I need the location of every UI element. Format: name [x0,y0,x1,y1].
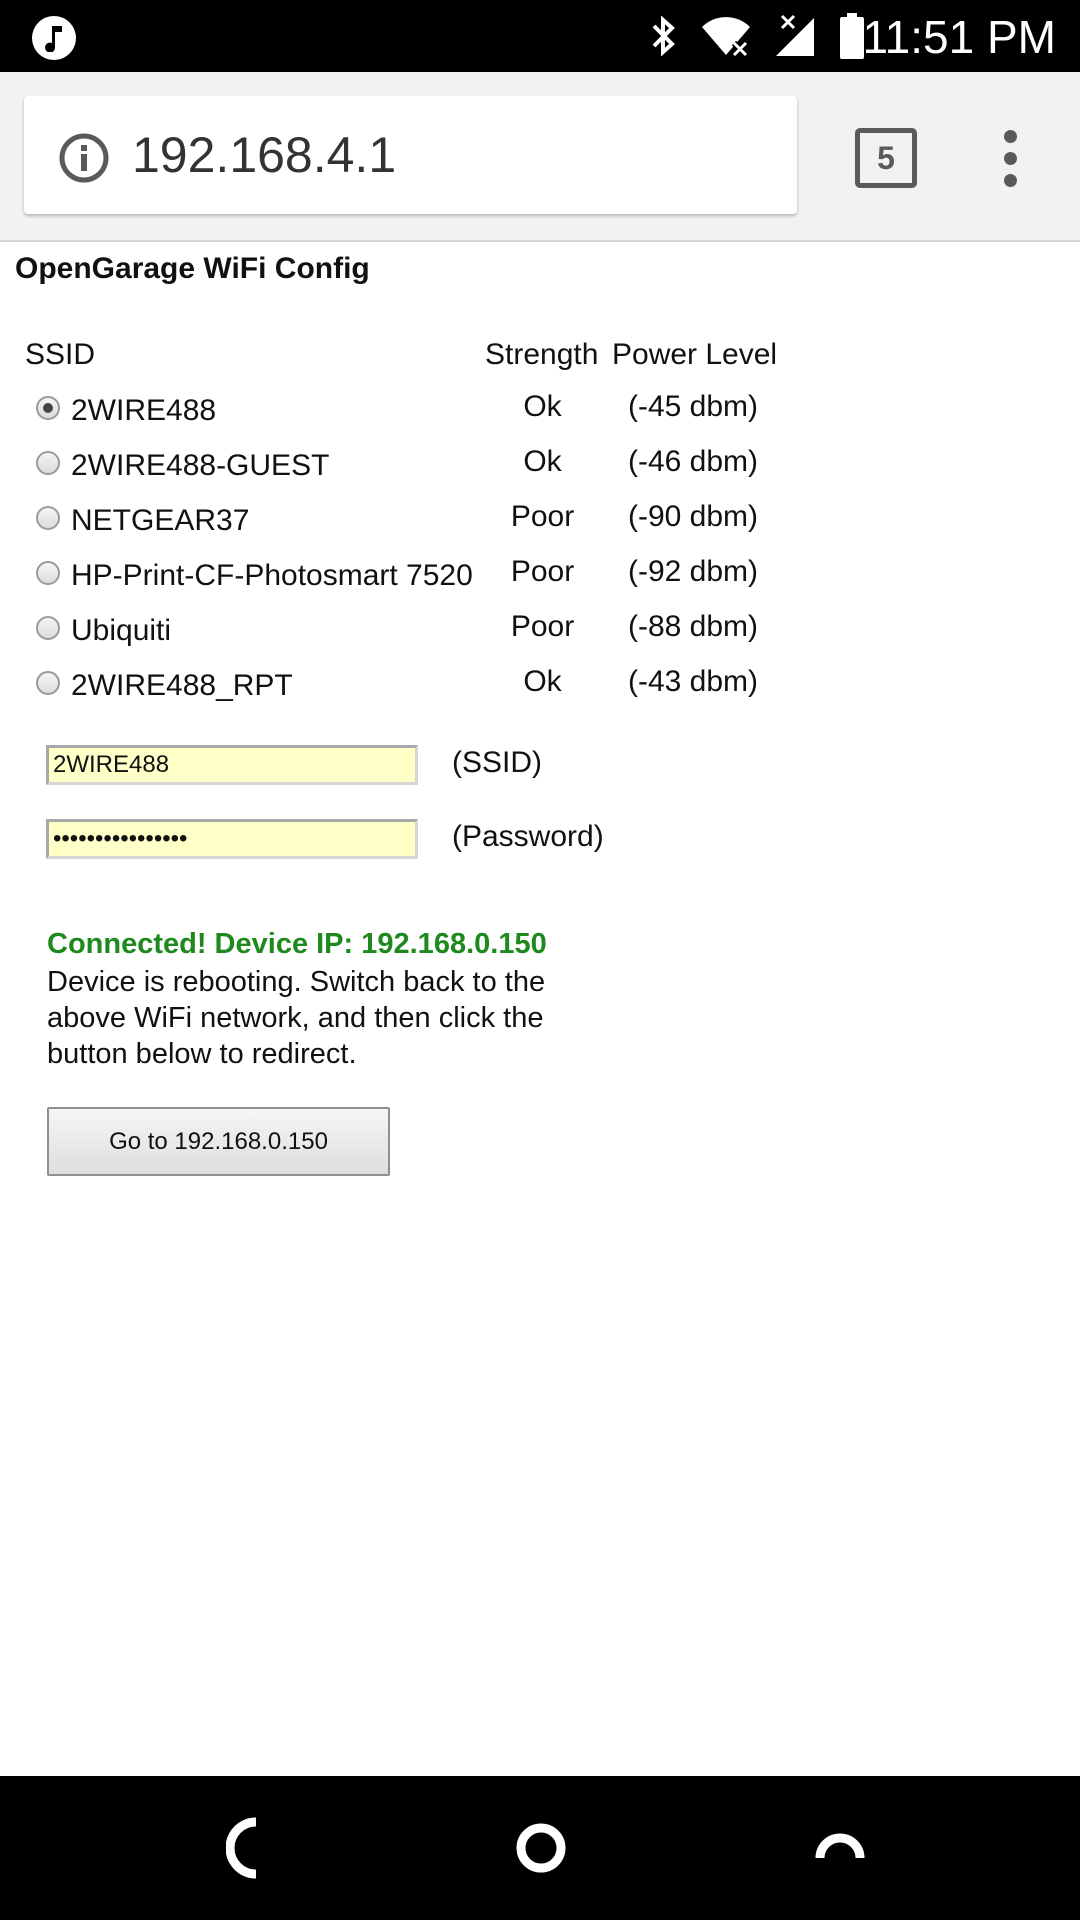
network-row[interactable]: 2WIRE488-GUEST Ok (-46 dbm) [0,445,800,500]
clock: 11:51 PM [862,11,1056,63]
address-bar[interactable]: 192.168.4.1 [24,96,797,214]
network-row[interactable]: HP-Print-CF-Photosmart 7520 Poor (-92 db… [0,555,800,610]
ssid-column-header: SSID [25,338,96,371]
password-input[interactable] [46,819,418,859]
network-row[interactable]: Ubiquiti Poor (-88 dbm) [0,610,800,665]
ssid-input[interactable] [46,745,418,785]
network-row[interactable]: NETGEAR37 Poor (-90 dbm) [0,500,800,555]
network-name: 2WIRE488-GUEST [71,449,330,482]
network-power: (-88 dbm) [628,610,759,643]
music-note-icon [32,16,76,60]
bluetooth-icon [652,15,675,57]
network-name: NETGEAR37 [71,504,250,537]
tab-switcher-button[interactable]: 5 [855,128,917,188]
wifi-icon [702,17,750,57]
ssid-field-label: (SSID) [452,746,542,779]
home-icon[interactable] [515,1816,567,1880]
network-radio[interactable] [36,396,60,420]
page-title: OpenGarage WiFi Config [15,252,370,285]
network-strength: Ok [523,390,562,423]
network-power: (-92 dbm) [628,555,759,588]
network-radio[interactable] [36,671,60,695]
recents-icon[interactable] [814,1816,866,1880]
network-row[interactable]: 2WIRE488 Ok (-45 dbm) [0,390,800,445]
network-strength: Poor [510,610,575,643]
network-strength: Poor [510,555,575,588]
cell-signal-icon [776,14,814,56]
power-column-header: Power Level [612,338,778,371]
network-name: 2WIRE488 [71,394,217,427]
network-row[interactable]: 2WIRE488_RPT Ok (-43 dbm) [0,665,800,720]
network-strength: Ok [523,445,562,478]
password-field-label: (Password) [452,820,604,853]
network-radio[interactable] [36,451,60,475]
connected-status: Connected! Device IP: 192.168.0.150 [47,928,547,960]
network-strength: Ok [523,665,562,698]
network-power: (-46 dbm) [628,445,759,478]
info-icon[interactable] [58,132,110,184]
navigation-bar [0,1776,1080,1920]
url-text[interactable]: 192.168.4.1 [132,126,396,184]
status-bar: 11:51 PM [0,0,1080,72]
network-strength: Poor [510,500,575,533]
network-name: 2WIRE488_RPT [71,669,293,702]
network-radio[interactable] [36,616,60,640]
overflow-menu-icon[interactable] [996,128,1026,188]
redirect-button[interactable]: Go to 192.168.0.150 [47,1107,390,1176]
network-name: HP-Print-CF-Photosmart 7520 [71,559,473,592]
network-name: Ubiquiti [71,614,172,647]
network-radio[interactable] [36,561,60,585]
reboot-message: Device is rebooting. Switch back to the … [47,966,546,1070]
browser-toolbar: 192.168.4.1 5 [0,72,1080,242]
back-icon[interactable] [226,1816,270,1880]
network-power: (-45 dbm) [628,390,759,423]
network-radio[interactable] [36,506,60,530]
network-power: (-90 dbm) [628,500,759,533]
network-power: (-43 dbm) [628,665,759,698]
strength-column-header: Strength [485,338,599,371]
